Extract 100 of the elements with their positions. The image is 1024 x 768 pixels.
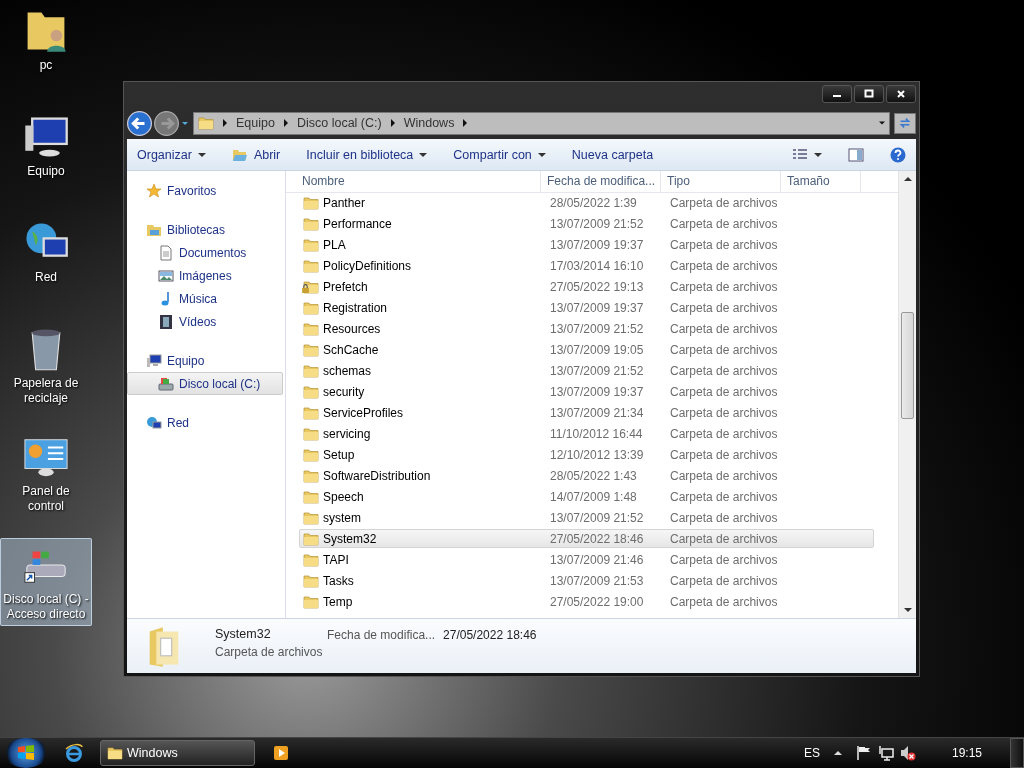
date-cell-text: 13/07/2009 19:05 bbox=[550, 342, 645, 357]
details-date-label: Fecha de modifica... bbox=[327, 627, 436, 642]
column-header[interactable]: Fecha de modifica... bbox=[541, 171, 661, 192]
close-button[interactable] bbox=[886, 85, 916, 103]
desktop-icon[interactable]: Papelera de reciclaje bbox=[0, 322, 92, 410]
column-header[interactable]: Tipo bbox=[661, 171, 781, 192]
desktop-icon[interactable]: pc bbox=[0, 4, 92, 90]
toolbar-button[interactable]: Nueva carpeta bbox=[567, 147, 658, 162]
file-name: PolicyDefinitions bbox=[323, 258, 412, 273]
type-cell-text: Carpeta de archivos bbox=[670, 573, 779, 588]
desktop-icon[interactable]: Panel de control bbox=[0, 430, 92, 518]
flag-icon[interactable] bbox=[855, 745, 872, 761]
file-row[interactable]: PLA 13/07/2009 19:37 Carpeta de archivos bbox=[299, 235, 874, 254]
show-hidden-icons-icon[interactable] bbox=[833, 750, 842, 756]
breadcrumb-item[interactable]: Disco local (C:) bbox=[296, 116, 382, 130]
file-row[interactable]: schemas 13/07/2009 21:52 Carpeta de archivos bbox=[299, 361, 874, 380]
folder-icon bbox=[303, 447, 319, 462]
sidebar-item[interactable]: Favoritos bbox=[127, 179, 283, 202]
details-name: System32 bbox=[215, 627, 272, 641]
file-name: SchCache bbox=[323, 342, 379, 357]
file-row[interactable]: SoftwareDistribution 28/05/2022 1:43 Carpeta de archivos bbox=[299, 466, 874, 485]
file-row[interactable]: Registration 13/07/2009 19:37 Carpeta de archivos bbox=[299, 298, 874, 317]
sidebar-item[interactable]: Equipo bbox=[127, 349, 283, 372]
file-row[interactable]: system 13/07/2009 21:52 Carpeta de archivos bbox=[299, 508, 874, 527]
breadcrumb-arrow-icon bbox=[222, 119, 228, 127]
dropdown-caret-icon[interactable] bbox=[181, 119, 189, 127]
network-monitor-icon[interactable] bbox=[877, 745, 894, 761]
sidebar-item[interactable]: Música bbox=[127, 287, 283, 310]
close-icon bbox=[896, 89, 906, 99]
file-row[interactable]: Speech 14/07/2009 1:48 Carpeta de archivos bbox=[299, 487, 874, 506]
minimize-button[interactable] bbox=[822, 85, 852, 103]
date-cell-text: 13/07/2009 21:52 bbox=[550, 321, 645, 336]
column-header[interactable]: Nombre bbox=[286, 171, 541, 192]
file-row[interactable]: servicing 11/10/2012 16:44 Carpeta de archivos bbox=[299, 424, 874, 443]
sidebar-item[interactable]: Documentos bbox=[127, 241, 283, 264]
folder-icon bbox=[303, 594, 319, 609]
date-cell-text: 13/07/2009 19:37 bbox=[550, 237, 645, 252]
file-row[interactable]: Resources 13/07/2009 21:52 Carpeta de archivos bbox=[299, 319, 874, 338]
folder-icon bbox=[303, 531, 319, 546]
date-cell-text: 17/03/2014 16:10 bbox=[550, 258, 645, 273]
address-bar[interactable]: Equipo Disco local (C:) Windows bbox=[193, 111, 890, 135]
speaker-muted-icon[interactable] bbox=[899, 745, 916, 761]
sidebar-item[interactable]: Red bbox=[127, 411, 283, 434]
folder-icon bbox=[303, 237, 319, 252]
file-row[interactable]: Tasks 13/07/2009 21:53 Carpeta de archivos bbox=[299, 571, 874, 590]
date-cell-text: 14/07/2009 1:48 bbox=[550, 489, 638, 504]
file-row[interactable]: ServiceProfiles 13/07/2009 21:34 Carpeta de archivos bbox=[299, 403, 874, 422]
breadcrumb-item[interactable]: Equipo bbox=[236, 116, 275, 130]
file-row[interactable]: Setup 12/10/2012 13:39 Carpeta de archivos bbox=[299, 445, 874, 464]
file-row[interactable]: Panther 28/05/2022 1:39 Carpeta de archivos bbox=[299, 193, 874, 212]
show-desktop-button[interactable] bbox=[1010, 738, 1024, 768]
folder-icon bbox=[303, 573, 319, 588]
toolbar-button[interactable]: Abrir bbox=[227, 146, 285, 163]
file-row[interactable]: Performance 13/07/2009 21:52 Carpeta de archivos bbox=[299, 214, 874, 233]
sidebar-item[interactable]: Bibliotecas bbox=[127, 218, 283, 241]
breadcrumb-item[interactable]: Windows bbox=[403, 116, 455, 130]
file-row[interactable]: security 13/07/2009 19:37 Carpeta de archivos bbox=[299, 382, 874, 401]
file-row[interactable]: Temp 27/05/2022 19:00 Carpeta de archivos bbox=[299, 592, 874, 611]
breadcrumb-arrow-icon bbox=[462, 119, 469, 127]
date-cell-text: 13/07/2009 21:46 bbox=[550, 552, 645, 567]
computer-icon bbox=[146, 352, 162, 369]
date-cell-text: 28/05/2022 1:39 bbox=[550, 195, 638, 210]
desktop-icon[interactable]: Disco local (C) - Acceso directo bbox=[0, 538, 92, 626]
maximize-button[interactable] bbox=[854, 85, 884, 103]
scrollbar[interactable] bbox=[898, 171, 916, 618]
language-indicator[interactable]: ES bbox=[803, 746, 820, 760]
folder-icon bbox=[303, 426, 319, 441]
refresh-button[interactable] bbox=[894, 112, 916, 134]
file-row[interactable]: Prefetch 27/05/2022 19:13 Carpeta de archivos bbox=[299, 277, 874, 296]
taskbar-task[interactable]: Windows bbox=[100, 740, 255, 766]
column-header[interactable]: Tamaño bbox=[781, 171, 861, 192]
toolbar-button[interactable]: Incluir en biblioteca bbox=[302, 147, 432, 162]
forward-button[interactable] bbox=[154, 110, 179, 136]
details-date: 27/05/2022 18:46 bbox=[443, 627, 537, 642]
file-row[interactable]: PolicyDefinitions 17/03/2014 16:10 Carpeta de archivos bbox=[299, 256, 874, 275]
file-name: servicing bbox=[323, 426, 371, 441]
type-cell-text: Carpeta de archivos bbox=[670, 363, 779, 378]
date-cell-text: 28/05/2022 1:43 bbox=[550, 468, 638, 483]
scrollbar-thumb[interactable] bbox=[901, 312, 914, 419]
file-row[interactable]: SchCache 13/07/2009 19:05 Carpeta de archivos bbox=[299, 340, 874, 359]
desktop-icon[interactable]: Red bbox=[0, 216, 92, 302]
date-cell-text: 13/07/2009 21:52 bbox=[550, 216, 645, 231]
back-button[interactable] bbox=[127, 110, 152, 136]
toolbar-button[interactable]: Compartir con bbox=[449, 147, 550, 162]
toolbar-button[interactable]: Organizar bbox=[133, 147, 210, 162]
clock[interactable]: 19:15 bbox=[951, 746, 982, 760]
file-row[interactable]: TAPI 13/07/2009 21:46 Carpeta de archivos bbox=[299, 550, 874, 569]
desktop-icon-label: Papelera de reciclaje bbox=[12, 376, 80, 406]
sidebar-item[interactable]: Vídeos bbox=[127, 310, 283, 333]
date-cell-text: 13/07/2009 21:34 bbox=[550, 405, 645, 420]
sidebar-item[interactable]: Imágenes bbox=[127, 264, 283, 287]
help-icon bbox=[890, 146, 906, 163]
desktop-icon[interactable]: Equipo bbox=[0, 110, 92, 196]
drive-icon bbox=[158, 375, 174, 392]
document-icon bbox=[158, 244, 174, 261]
file-row[interactable]: System32 27/05/2022 18:46 Carpeta de archivos bbox=[299, 529, 874, 548]
sidebar-item[interactable]: Disco local (C:) bbox=[127, 372, 283, 395]
type-cell-text: Carpeta de archivos bbox=[670, 216, 779, 231]
type-cell-text: Carpeta de archivos bbox=[670, 384, 779, 399]
desktop-icon-label: pc bbox=[39, 58, 53, 73]
